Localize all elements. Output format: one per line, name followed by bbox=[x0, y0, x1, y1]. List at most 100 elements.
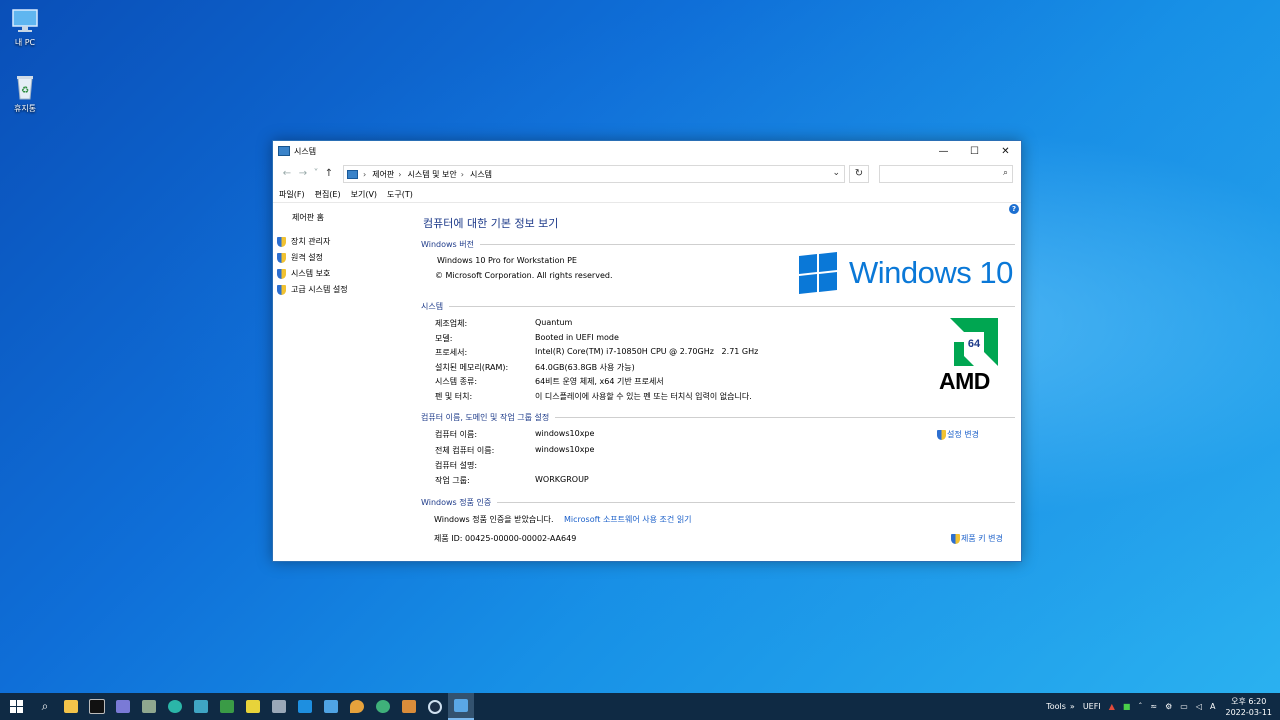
image-viewer-icon[interactable] bbox=[318, 693, 344, 720]
shield-icon bbox=[951, 533, 960, 544]
recycle-bin-icon: ♻ bbox=[10, 74, 40, 100]
sticky-note-icon[interactable] bbox=[240, 693, 266, 720]
recent-locations-chevron-icon[interactable]: ˅ bbox=[311, 168, 321, 179]
monitor-icon bbox=[10, 8, 40, 34]
section-system: 시스템 bbox=[421, 301, 1015, 312]
computer-name-label: 컴퓨터 이름: bbox=[435, 430, 478, 439]
maximize-button[interactable]: ☐ bbox=[959, 141, 990, 161]
refresh-icon[interactable]: ↻ bbox=[849, 165, 869, 183]
copyright-text: © Microsoft Corporation. All rights rese… bbox=[435, 271, 613, 280]
windows10-logo-text: Windows 10 bbox=[849, 255, 1013, 290]
system-protection-link[interactable]: 시스템 보호 bbox=[277, 268, 330, 279]
change-settings-link[interactable]: 설정 변경 bbox=[937, 429, 979, 440]
spreadsheet-icon[interactable] bbox=[214, 693, 240, 720]
breadcrumb-system-security[interactable]: 시스템 및 보안 bbox=[408, 169, 457, 180]
network-globe-icon[interactable] bbox=[370, 693, 396, 720]
command-prompt-icon[interactable] bbox=[84, 693, 110, 720]
monitor-app-icon[interactable] bbox=[188, 693, 214, 720]
up-arrow-icon[interactable]: ↑ bbox=[321, 168, 337, 179]
model-value: Booted in UEFI mode bbox=[535, 333, 619, 342]
drop-tool-icon[interactable] bbox=[344, 693, 370, 720]
chevron-down-icon[interactable]: ⌄ bbox=[832, 168, 840, 178]
start-button[interactable] bbox=[0, 693, 32, 720]
computer-name-value: windows10xpe bbox=[535, 429, 595, 438]
close-button[interactable]: ✕ bbox=[990, 141, 1021, 161]
windows-logo-icon bbox=[799, 252, 839, 295]
menu-file[interactable]: 파일(F) bbox=[279, 189, 305, 200]
change-product-key-link[interactable]: 제품 키 변경 bbox=[951, 533, 1003, 544]
model-label: 모델: bbox=[435, 334, 453, 343]
menu-tools[interactable]: 도구(T) bbox=[387, 189, 413, 200]
advanced-system-settings-link[interactable]: 고급 시스템 설정 bbox=[277, 284, 348, 295]
system-type-value: 64비트 운영 체제, x64 기반 프로세서 bbox=[535, 377, 664, 386]
notepad-icon[interactable] bbox=[110, 693, 136, 720]
shield-icon bbox=[277, 284, 286, 295]
address-bar[interactable]: › 제어판 › 시스템 및 보안 › 시스템 ⌄ bbox=[343, 165, 845, 183]
control-panel-icon bbox=[347, 169, 358, 179]
page-title: 컴퓨터에 대한 기본 정보 보기 bbox=[423, 217, 559, 230]
full-computer-name-value: windows10xpe bbox=[535, 445, 595, 454]
license-terms-link[interactable]: Microsoft 소프트웨어 사용 조건 읽기 bbox=[564, 514, 692, 525]
minimize-button[interactable]: — bbox=[928, 141, 959, 161]
volume-muted-icon[interactable]: ◁ bbox=[1196, 702, 1202, 711]
pen-tool-icon[interactable] bbox=[266, 693, 292, 720]
shield-icon bbox=[937, 429, 946, 440]
menu-edit[interactable]: 편집(E) bbox=[315, 189, 341, 200]
menu-view[interactable]: 보기(V) bbox=[351, 189, 377, 200]
breadcrumb-system[interactable]: 시스템 bbox=[470, 169, 492, 180]
remote-settings-link[interactable]: 원격 설정 bbox=[277, 252, 323, 263]
ram-label: 설치된 메모리(RAM): bbox=[435, 363, 509, 372]
green-tray-icon[interactable]: ■ bbox=[1123, 702, 1131, 711]
system-window-icon bbox=[278, 146, 290, 156]
device-manager-link[interactable]: 장치 관리자 bbox=[277, 236, 330, 247]
help-icon[interactable]: ? bbox=[1009, 204, 1019, 214]
shield-icon bbox=[277, 268, 286, 279]
uefi-indicator: UEFI bbox=[1082, 702, 1101, 711]
breadcrumb-separator-icon: › bbox=[363, 169, 367, 179]
amd-64-badge-icon: 64 bbox=[950, 318, 998, 366]
taskbar-search-icon[interactable]: ⌕ bbox=[32, 693, 58, 720]
system-tray: Tools » UEFI ▲ ■ ˆ ≈ ⚙ ▭ ◁ A 오후 6:20 202… bbox=[1038, 693, 1272, 720]
chat-icon[interactable] bbox=[292, 693, 318, 720]
pen-touch-value: 이 디스플레이에 사용할 수 있는 펜 또는 터치식 입력이 없습니다. bbox=[535, 392, 752, 401]
search-input[interactable]: ⌕ bbox=[879, 165, 1013, 183]
computer-description-label: 컴퓨터 설명: bbox=[435, 461, 478, 470]
battery-icon[interactable]: ▭ bbox=[1180, 702, 1188, 711]
product-id: 제품 ID: 00425-00000-00002-AA649 bbox=[434, 534, 577, 543]
control-panel-home-link[interactable]: 제어판 홈 bbox=[292, 212, 324, 223]
settings-gear-icon[interactable]: ⚙ bbox=[1165, 702, 1172, 711]
breadcrumb-control-panel[interactable]: 제어판 bbox=[372, 169, 394, 180]
ime-indicator[interactable]: A bbox=[1210, 702, 1215, 711]
keyboard-icon[interactable] bbox=[136, 693, 162, 720]
file-explorer-icon[interactable] bbox=[58, 693, 84, 720]
back-arrow-icon[interactable]: ← bbox=[279, 168, 295, 179]
section-computer-name: 컴퓨터 이름, 도메인 및 작업 그룹 설정 bbox=[421, 412, 1015, 423]
workgroup-value: WORKGROUP bbox=[535, 475, 589, 484]
clock[interactable]: 오후 6:20 2022-03-11 bbox=[1226, 696, 1273, 718]
edition-name: Windows 10 Pro for Workstation PE bbox=[437, 256, 577, 265]
taskbar: ⌕ Tools » UEFI ▲ ■ ˆ ≈ ⚙ ▭ ◁ A 오후 6:20 2… bbox=[0, 693, 1280, 720]
svg-text:♻: ♻ bbox=[21, 86, 29, 96]
windows-start-icon bbox=[9, 700, 23, 713]
chevron-up-icon[interactable]: ˆ bbox=[1138, 702, 1142, 711]
warning-tray-icon[interactable]: ▲ bbox=[1109, 702, 1115, 711]
disc-icon[interactable] bbox=[422, 693, 448, 720]
toolbar-overflow-icon[interactable]: » bbox=[1070, 702, 1075, 711]
manufacturer-value: Quantum bbox=[535, 318, 573, 327]
desktop-icon-this-pc[interactable]: 내 PC bbox=[0, 8, 50, 48]
workgroup-label: 작업 그룹: bbox=[435, 476, 470, 485]
section-windows-edition: Windows 버전 bbox=[421, 239, 1015, 250]
wifi-icon[interactable]: ≈ bbox=[1150, 702, 1157, 711]
tools-toolbar[interactable]: Tools bbox=[1046, 702, 1066, 711]
desktop-icon-label: 내 PC bbox=[14, 38, 36, 47]
amd-logo-text: AMD bbox=[939, 368, 990, 394]
edge-browser-icon[interactable] bbox=[162, 693, 188, 720]
section-activation: Windows 정품 인증 bbox=[421, 497, 1015, 508]
shield-icon bbox=[277, 236, 286, 247]
title-bar[interactable]: 시스템 — ☐ ✕ bbox=[273, 141, 1021, 161]
system-window-taskbar-button[interactable] bbox=[448, 693, 474, 720]
badge-number: 64 bbox=[968, 338, 981, 350]
desktop-icon-recycle-bin[interactable]: ♻ 휴지통 bbox=[0, 74, 50, 114]
forward-arrow-icon[interactable]: → bbox=[295, 168, 311, 179]
package-icon[interactable] bbox=[396, 693, 422, 720]
